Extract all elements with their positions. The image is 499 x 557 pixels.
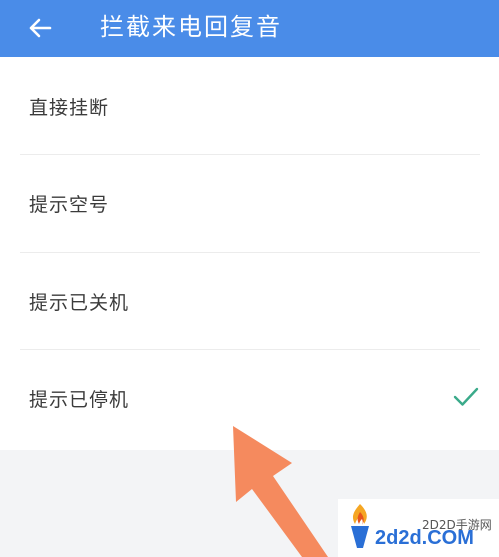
option-label: 提示已停机 — [29, 389, 130, 411]
option-hang-up[interactable]: 直接挂断 — [0, 57, 499, 153]
options-list: 直接挂断 提示空号 提示已关机 提示已停机 — [0, 57, 499, 450]
option-powered-off[interactable]: 提示已关机 — [0, 252, 499, 348]
watermark-domain: 2d2d.COM — [375, 527, 474, 549]
checkmark-icon — [452, 385, 480, 409]
divider — [20, 349, 480, 350]
arrow-left-icon[interactable] — [26, 14, 54, 42]
divider — [20, 154, 480, 155]
divider — [20, 252, 480, 253]
app-header: 拦截来电回复音 — [0, 0, 499, 57]
option-empty-number[interactable]: 提示空号 — [0, 154, 499, 250]
option-suspended[interactable]: 提示已停机 — [0, 349, 499, 445]
option-label: 提示已关机 — [29, 292, 130, 314]
page-title: 拦截来电回复音 — [100, 13, 282, 41]
option-label: 直接挂断 — [29, 97, 110, 119]
option-label: 提示空号 — [29, 194, 110, 216]
torch-logo-icon — [345, 502, 375, 550]
